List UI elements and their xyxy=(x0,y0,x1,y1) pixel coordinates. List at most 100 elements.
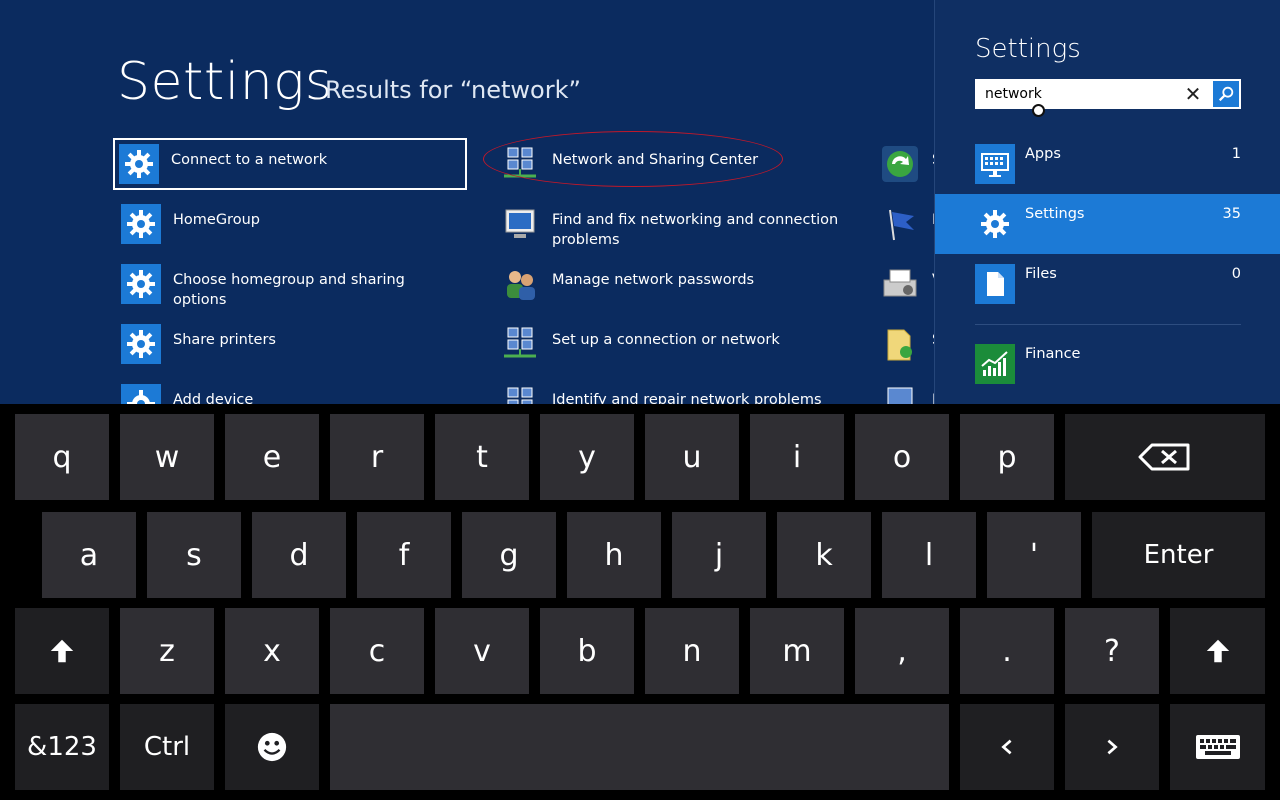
key-z[interactable]: z xyxy=(120,608,214,694)
left-arrow-key[interactable] xyxy=(960,704,1054,790)
shift-right-key[interactable] xyxy=(1170,608,1265,694)
key-d[interactable]: d xyxy=(252,512,346,598)
ctrl-key[interactable]: Ctrl xyxy=(120,704,214,790)
key-period[interactable]: . xyxy=(960,608,1054,694)
shift-arrow-icon xyxy=(1206,639,1229,663)
scope-apps[interactable]: Apps 1 xyxy=(935,134,1280,194)
network-icon xyxy=(880,384,920,404)
gear-icon xyxy=(121,264,161,304)
shift-left-key[interactable] xyxy=(15,608,109,694)
smiley-icon xyxy=(257,732,287,762)
result-manage-network-passwords[interactable]: Manage network passwords xyxy=(494,258,874,310)
key-g[interactable]: g xyxy=(462,512,556,598)
search-input[interactable] xyxy=(975,79,1195,109)
key-j[interactable]: j xyxy=(672,512,766,598)
result-setup-connection[interactable]: Set up a connection or network xyxy=(494,318,874,370)
result-label: Manage network passwords xyxy=(552,272,755,288)
key-e[interactable]: e xyxy=(225,414,319,500)
key-u[interactable]: u xyxy=(645,414,739,500)
app-finance[interactable]: Finance xyxy=(935,334,1280,394)
space-key[interactable] xyxy=(330,704,949,790)
result-partial-3[interactable]: V xyxy=(874,258,934,310)
chevron-right-icon xyxy=(1107,739,1118,755)
key-question[interactable]: ? xyxy=(1065,608,1159,694)
gear-icon xyxy=(121,384,161,404)
scope-files[interactable]: Files 0 xyxy=(935,254,1280,314)
key-k[interactable]: k xyxy=(777,512,871,598)
touch-keyboard: q w e r t y u i o p a s d f g h j k l ' … xyxy=(0,404,1280,800)
scope-count: 0 xyxy=(1231,266,1241,282)
search-charm-pane: Settings ✕ Apps 1 Settings 35 Files 0 Fi… xyxy=(934,0,1280,404)
key-l[interactable]: l xyxy=(882,512,976,598)
keyboard-layout-key[interactable] xyxy=(1170,704,1265,790)
text-selection-handle[interactable] xyxy=(1032,104,1045,117)
key-q[interactable]: q xyxy=(15,414,109,500)
network-troubleshoot-icon xyxy=(500,204,540,244)
result-label: Set up a connection or network xyxy=(552,332,780,348)
key-s[interactable]: s xyxy=(147,512,241,598)
folder-icon xyxy=(880,324,920,364)
scope-settings[interactable]: Settings 35 xyxy=(935,194,1280,254)
key-b[interactable]: b xyxy=(540,608,634,694)
result-label: Identify and repair network problems xyxy=(552,392,822,404)
numbers-symbols-key[interactable]: &123 xyxy=(15,704,109,790)
search-button[interactable] xyxy=(1213,81,1239,107)
backspace-key[interactable] xyxy=(1065,414,1265,500)
result-homegroup-sharing[interactable]: Choose homegroup and sharing options xyxy=(115,258,469,310)
gear-icon xyxy=(121,324,161,364)
file-icon xyxy=(975,264,1015,304)
result-identify-repair[interactable]: Identify and repair network problems xyxy=(494,378,874,404)
key-comma[interactable]: , xyxy=(855,608,949,694)
result-homegroup[interactable]: HomeGroup xyxy=(115,198,469,250)
app-label: Finance xyxy=(1025,346,1081,362)
result-connect-to-network[interactable]: Connect to a network xyxy=(113,138,467,190)
key-y[interactable]: y xyxy=(540,414,634,500)
key-h[interactable]: h xyxy=(567,512,661,598)
result-label: Share printers xyxy=(173,332,276,348)
result-label: Network and Sharing Center xyxy=(552,152,759,168)
key-i[interactable]: i xyxy=(750,414,844,500)
key-n[interactable]: n xyxy=(645,608,739,694)
printer-icon xyxy=(880,264,920,304)
network-icon xyxy=(500,324,540,364)
result-partial-2[interactable]: F xyxy=(874,198,934,250)
key-t[interactable]: t xyxy=(435,414,529,500)
chevron-left-icon xyxy=(1001,739,1012,755)
key-w[interactable]: w xyxy=(120,414,214,500)
key-f[interactable]: f xyxy=(357,512,451,598)
flag-icon xyxy=(880,204,920,244)
result-partial-1[interactable]: S xyxy=(874,138,934,190)
gear-icon xyxy=(121,204,161,244)
result-partial-5[interactable]: I xyxy=(874,378,934,404)
clear-search-button[interactable]: ✕ xyxy=(1181,82,1205,106)
result-add-device[interactable]: Add device xyxy=(115,378,469,404)
result-label: Choose homegroup and sharing options xyxy=(173,272,405,308)
key-apostrophe[interactable]: ' xyxy=(987,512,1081,598)
key-o[interactable]: o xyxy=(855,414,949,500)
emoji-key[interactable] xyxy=(225,704,319,790)
key-m[interactable]: m xyxy=(750,608,844,694)
key-v[interactable]: v xyxy=(435,608,529,694)
key-p[interactable]: p xyxy=(960,414,1054,500)
right-arrow-key[interactable] xyxy=(1065,704,1159,790)
scope-count: 35 xyxy=(1222,206,1241,222)
results-subtitle: Results for “network” xyxy=(325,76,581,104)
result-share-printers[interactable]: Share printers xyxy=(115,318,469,370)
finance-chart-icon xyxy=(975,344,1015,384)
result-label: Find and fix networking and connection p… xyxy=(552,212,839,248)
result-network-sharing-center[interactable]: Network and Sharing Center xyxy=(494,138,874,190)
network-icon xyxy=(500,384,540,404)
enter-key[interactable]: Enter xyxy=(1092,512,1265,598)
key-c[interactable]: c xyxy=(330,608,424,694)
result-find-fix-networking[interactable]: Find and fix networking and connection p… xyxy=(494,198,874,250)
gear-icon xyxy=(975,204,1015,244)
result-label: HomeGroup xyxy=(173,212,260,228)
result-partial-4[interactable]: S xyxy=(874,318,934,370)
shift-arrow-icon xyxy=(50,639,74,663)
key-x[interactable]: x xyxy=(225,608,319,694)
search-box: ✕ xyxy=(975,79,1241,109)
users-icon xyxy=(500,264,540,304)
key-a[interactable]: a xyxy=(42,512,136,598)
charm-title: Settings xyxy=(975,34,1081,64)
key-r[interactable]: r xyxy=(330,414,424,500)
